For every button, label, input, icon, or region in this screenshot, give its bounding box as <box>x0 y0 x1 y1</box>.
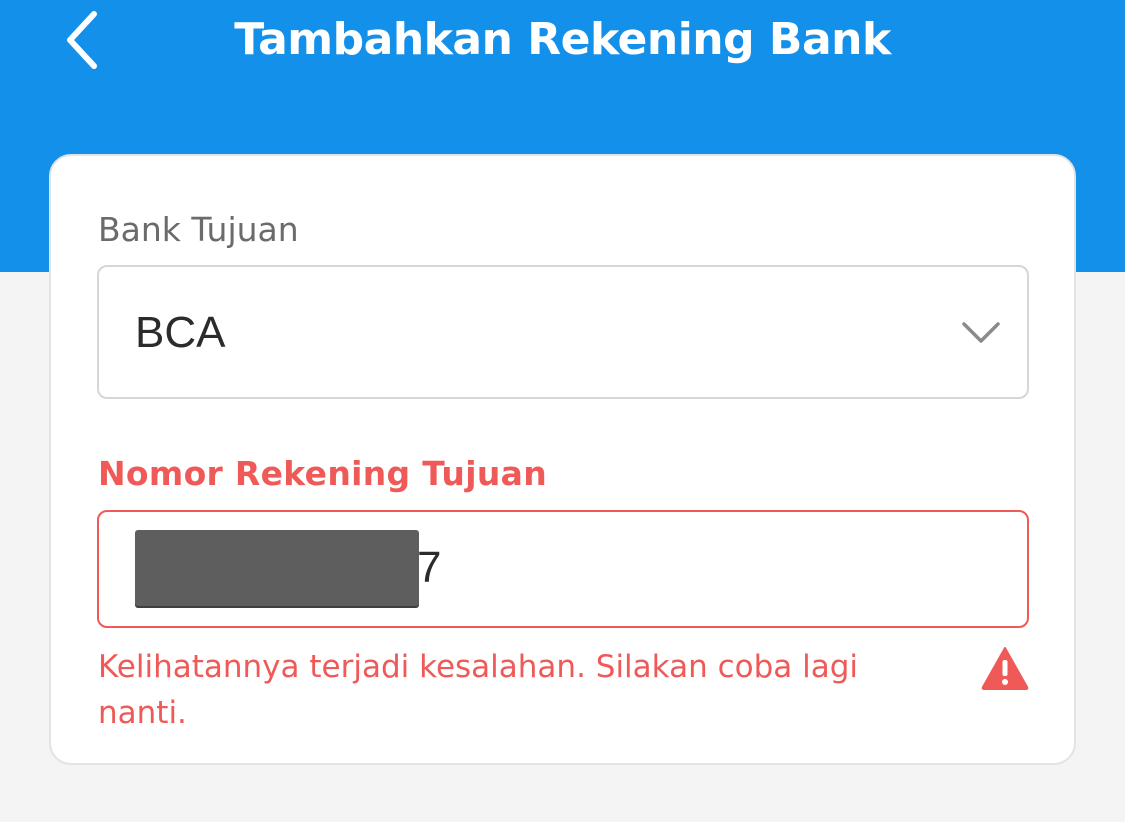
error-message: Kelihatannya terjadi kesalahan. Silakan … <box>98 649 859 731</box>
page-title: Tambahkan Rekening Bank <box>234 14 891 65</box>
warning-icon <box>981 647 1029 690</box>
bank-select-value: BCA <box>135 308 226 357</box>
chevron-down-icon <box>962 322 1000 343</box>
account-number-visible-digit: 7 <box>417 543 442 592</box>
redaction-block <box>135 530 419 606</box>
bank-account-form-card: Bank Tujuan BCA Nomor Rekening Tujuan 7 … <box>49 154 1076 765</box>
bank-select[interactable]: BCA <box>97 265 1029 399</box>
bank-field-label: Bank Tujuan <box>98 210 299 249</box>
account-number-label: Nomor Rekening Tujuan <box>98 454 547 493</box>
screen: Tambahkan Rekening Bank Bank Tujuan BCA … <box>0 0 1125 822</box>
account-number-input[interactable]: 7 <box>97 510 1029 628</box>
